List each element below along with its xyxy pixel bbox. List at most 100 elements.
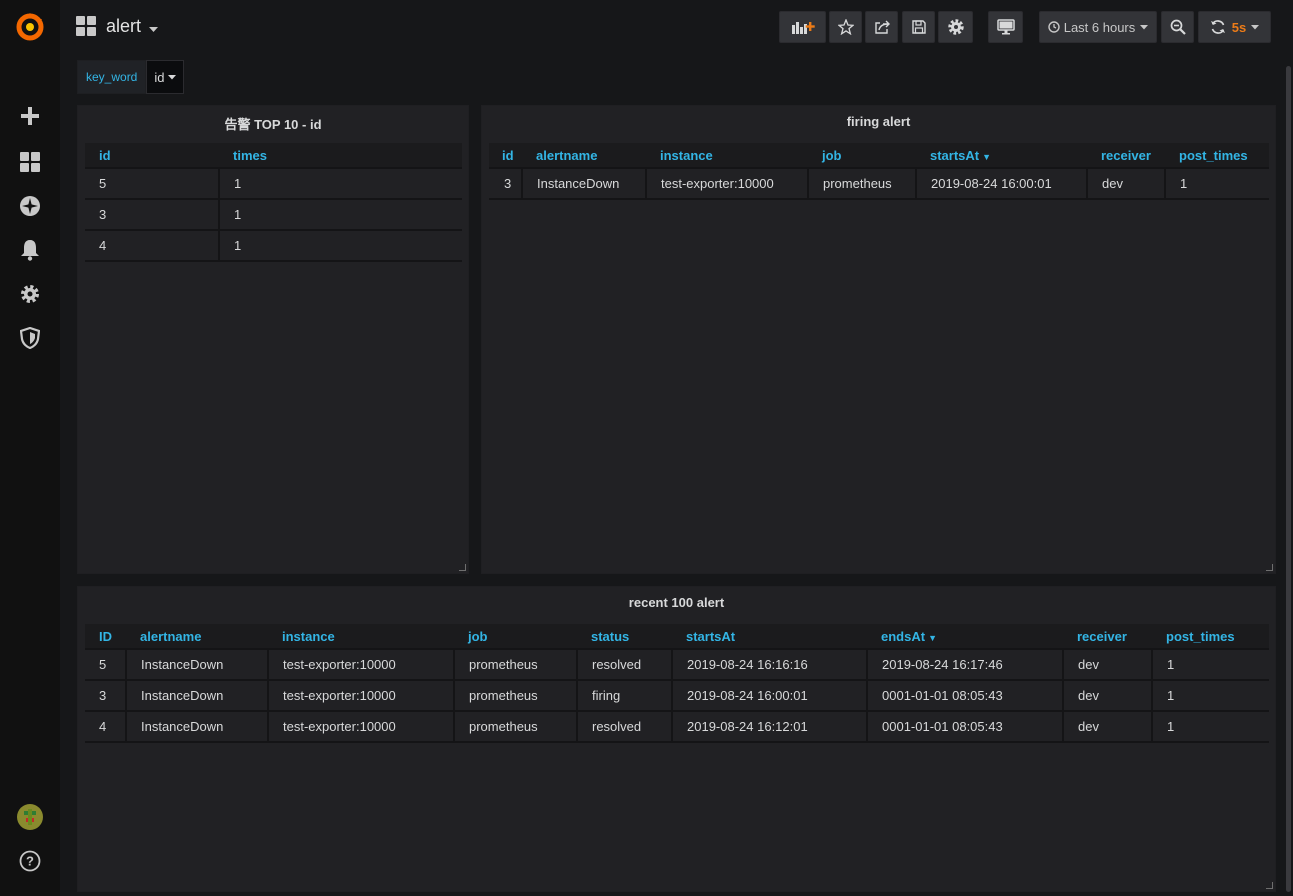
table-cell: 2019-08-24 16:00:01 xyxy=(916,168,1088,200)
column-header[interactable]: job xyxy=(808,143,916,169)
table-cell: prometheus xyxy=(454,680,578,712)
table-cell: 5 xyxy=(85,168,220,200)
column-header[interactable]: id xyxy=(85,143,219,169)
zoom-out-button[interactable] xyxy=(1161,11,1194,43)
time-picker-button[interactable]: Last 6 hours xyxy=(1039,11,1157,43)
column-header[interactable]: post_times xyxy=(1165,143,1269,169)
caret-down-icon xyxy=(168,74,177,80)
table-cell: prometheus xyxy=(454,649,578,681)
tv-mode-button[interactable] xyxy=(988,11,1023,43)
table-cell: test-exporter:10000 xyxy=(268,711,455,743)
panel-top10: 告警 TOP 10 - id id times 5 1 3 1 4 1 xyxy=(77,105,469,574)
avatar[interactable] xyxy=(0,799,60,835)
caret-down-icon xyxy=(1140,24,1149,30)
table-cell: prometheus xyxy=(454,711,578,743)
dashboards-icon[interactable] xyxy=(0,144,60,180)
gear-icon[interactable] xyxy=(0,276,60,312)
table-cell: 1 xyxy=(219,199,462,231)
panel-title[interactable]: firing alert xyxy=(482,114,1275,129)
table-cell: InstanceDown xyxy=(126,649,269,681)
bell-icon[interactable] xyxy=(0,232,60,268)
grafana-logo[interactable] xyxy=(0,9,60,45)
share-button[interactable] xyxy=(865,11,898,43)
column-header[interactable]: ID xyxy=(85,624,126,650)
save-icon xyxy=(911,19,927,35)
column-header[interactable]: alertname xyxy=(522,143,646,169)
time-range-label: Last 6 hours xyxy=(1063,19,1136,35)
table-cell: 3 xyxy=(489,168,523,200)
column-header[interactable]: receiver xyxy=(1087,143,1165,169)
panel-title[interactable]: 告警 TOP 10 - id xyxy=(78,114,468,133)
column-header-sorted[interactable]: endsAt ▼ xyxy=(867,624,1063,650)
share-icon xyxy=(874,19,890,35)
gear-icon xyxy=(947,18,965,36)
table-cell: 1 xyxy=(219,230,462,262)
column-header[interactable]: job xyxy=(454,624,577,650)
shield-icon[interactable] xyxy=(0,320,60,356)
table-cell: 1 xyxy=(1152,711,1269,743)
column-header[interactable]: post_times xyxy=(1152,624,1269,650)
column-header-sorted[interactable]: startsAt ▼ xyxy=(916,143,1087,169)
table-cell: resolved xyxy=(577,649,673,681)
table-row: 4 InstanceDown test-exporter:10000 prome… xyxy=(85,711,1269,743)
table-cell: firing xyxy=(577,680,673,712)
table-cell: 0001-01-01 08:05:43 xyxy=(867,711,1064,743)
table-cell: test-exporter:10000 xyxy=(268,649,455,681)
panel-firing-alert: firing alert id alertname instance job s… xyxy=(481,105,1276,574)
refresh-interval: 5s xyxy=(1231,19,1247,35)
table-cell: test-exporter:10000 xyxy=(646,168,809,200)
variable-select[interactable]: id xyxy=(146,60,185,94)
column-header[interactable]: receiver xyxy=(1063,624,1152,650)
table-cell: InstanceDown xyxy=(522,168,647,200)
recent-alert-table: ID alertname instance job status startsA… xyxy=(85,624,1269,743)
caret-down-icon xyxy=(1251,24,1260,30)
page-scrollbar[interactable] xyxy=(1286,66,1291,892)
save-button[interactable] xyxy=(902,11,935,43)
monitor-icon xyxy=(996,19,1015,35)
variable-value: id xyxy=(154,69,165,85)
column-header-label: startsAt xyxy=(930,147,980,163)
star-button[interactable] xyxy=(829,11,862,43)
table-cell: prometheus xyxy=(808,168,917,200)
column-header[interactable]: times xyxy=(219,143,462,169)
add-panel-icon xyxy=(791,19,815,35)
column-header[interactable]: alertname xyxy=(126,624,268,650)
table-cell: 4 xyxy=(85,230,220,262)
table-row: 4 1 xyxy=(85,230,462,262)
table-cell: 4 xyxy=(85,711,127,743)
column-header[interactable]: id xyxy=(489,143,522,169)
table-cell: 1 xyxy=(219,168,462,200)
dashboard-picker[interactable]: alert xyxy=(76,14,159,38)
resize-handle[interactable] xyxy=(459,564,466,571)
side-menu: ? xyxy=(0,0,60,896)
column-header[interactable]: status xyxy=(577,624,672,650)
compass-icon[interactable] xyxy=(0,188,60,224)
table-cell: 5 xyxy=(85,649,127,681)
table-cell: 1 xyxy=(1165,168,1269,200)
column-header-label: endsAt xyxy=(881,628,926,644)
refresh-button[interactable]: 5s xyxy=(1198,11,1271,43)
sort-desc-icon: ▼ xyxy=(928,632,937,643)
dashboards-icon xyxy=(76,16,96,36)
column-header[interactable]: startsAt xyxy=(672,624,867,650)
help-icon[interactable]: ? xyxy=(0,843,60,879)
sort-desc-icon: ▼ xyxy=(982,151,992,162)
panel-title[interactable]: recent 100 alert xyxy=(78,595,1275,610)
panel-recent-alert: recent 100 alert ID alertname instance j… xyxy=(77,586,1276,892)
table-cell: dev xyxy=(1063,711,1153,743)
settings-button[interactable] xyxy=(938,11,973,43)
resize-handle[interactable] xyxy=(1266,564,1273,571)
resize-handle[interactable] xyxy=(1266,882,1273,889)
column-header[interactable]: instance xyxy=(268,624,454,650)
table-cell: InstanceDown xyxy=(126,711,269,743)
plus-icon[interactable] xyxy=(0,98,60,134)
add-panel-button[interactable] xyxy=(779,11,826,43)
table-row: 5 InstanceDown test-exporter:10000 prome… xyxy=(85,649,1269,681)
dashboard-title: alert xyxy=(106,15,142,36)
navbar: alert Last 6 hours 5s xyxy=(60,0,1293,54)
variable-bar: key_word id xyxy=(77,60,185,94)
column-header[interactable]: instance xyxy=(646,143,808,169)
table-row: 3 InstanceDown test-exporter:10000 prome… xyxy=(489,168,1269,200)
variable-label: key_word xyxy=(77,60,147,94)
table-header-row: id alertname instance job startsAt ▼ rece… xyxy=(489,143,1269,169)
